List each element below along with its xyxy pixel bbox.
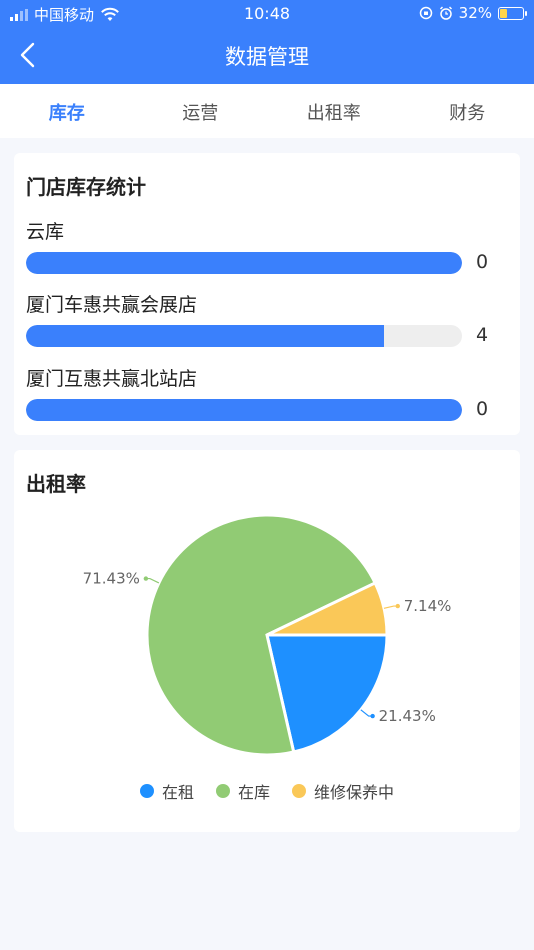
tab-inventory[interactable]: 库存 — [0, 84, 134, 138]
legend-dot-icon — [215, 784, 230, 798]
stock-bar-row: 4 — [26, 324, 508, 347]
rental-pie-chart: 21.43% 71.43% 7.14% — [83, 513, 452, 757]
pie-data-label: 21.43% — [379, 707, 436, 725]
orientation-lock-icon — [419, 6, 432, 20]
page-title: 数据管理 — [225, 45, 309, 69]
legend-item[interactable]: 在库 — [215, 779, 270, 803]
status-right: 32% — [419, 4, 527, 22]
stock-card-title: 门店库存统计 — [26, 175, 146, 199]
stock-bar-track — [26, 399, 462, 421]
rental-card-title: 出租率 — [26, 472, 86, 496]
stock-item: 厦门车惠共赢会展店 4 — [26, 290, 508, 347]
battery-percent: 32% — [458, 4, 492, 22]
stock-item-name: 厦门车惠共赢会展店 — [26, 294, 198, 316]
tab-bar: 库存 运营 出租率 财务 — [0, 84, 534, 138]
tab-finance[interactable]: 财务 — [401, 84, 534, 138]
stock-bar-row: 0 — [26, 398, 508, 421]
stock-bar-fill — [26, 325, 384, 347]
stock-bar-track — [26, 252, 462, 274]
stock-item-name: 云库 — [26, 221, 65, 243]
alarm-icon — [439, 6, 452, 20]
rental-rate-card: 出租率 21.43% 71.43% 7.14% 在租 在库 维修保养中 — [14, 450, 520, 832]
stock-item-value: 4 — [476, 324, 489, 346]
stock-bar-fill — [26, 399, 462, 421]
legend-item[interactable]: 维修保养中 — [292, 779, 394, 803]
legend-label: 在租 — [161, 783, 194, 802]
pie-leader-dot — [395, 603, 400, 609]
pie-data-label: 7.14% — [404, 597, 452, 615]
pie-data-label: 71.43% — [83, 570, 140, 588]
stock-item-value: 0 — [476, 398, 489, 420]
stock-bar-fill — [26, 252, 462, 274]
status-bar: 中国移动 10:48 32% — [0, 0, 534, 28]
stock-bar-track — [26, 325, 462, 347]
pie-leader-dot — [143, 576, 149, 581]
legend-item[interactable]: 在租 — [139, 779, 194, 803]
tab-operations[interactable]: 运营 — [134, 84, 268, 138]
stock-item-name: 厦门互惠共赢北站店 — [26, 368, 198, 390]
legend-label: 维修保养中 — [314, 783, 395, 802]
pie-leader-dot — [370, 713, 375, 719]
stock-item-value: 0 — [476, 251, 489, 273]
stock-bar-row: 0 — [26, 251, 508, 274]
tab-rental-rate[interactable]: 出租率 — [267, 84, 401, 138]
nav-bar: 数据管理 — [0, 28, 534, 84]
stock-item: 厦门互惠共赢北站店 0 — [26, 364, 508, 421]
stock-item: 云库 0 — [26, 217, 508, 274]
legend-dot-icon — [292, 784, 306, 798]
legend-dot-icon — [139, 784, 154, 798]
battery-icon — [498, 6, 527, 20]
legend-label: 在库 — [237, 783, 270, 802]
store-stock-card: 门店库存统计 云库 0 厦门车惠共赢会展店 4 厦门互惠共赢北站店 0 — [14, 153, 520, 435]
pie-legend: 在租 在库 维修保养中 — [14, 779, 520, 803]
